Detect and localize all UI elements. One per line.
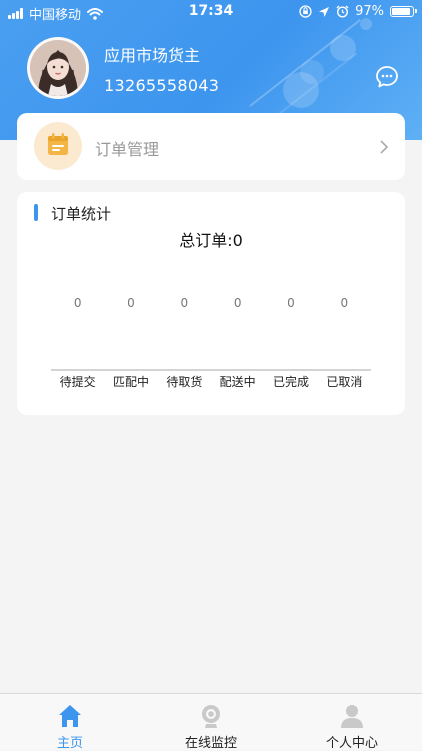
user-phone: 13265558043	[104, 76, 220, 95]
tab-home[interactable]: 主页	[0, 694, 140, 751]
chart-value-label: 0	[234, 296, 242, 310]
tab-home-label: 主页	[56, 736, 83, 751]
chart-category-label: 已取消	[326, 375, 362, 389]
chart-value-label: 0	[127, 296, 135, 310]
alarm-icon	[336, 5, 349, 18]
battery-percent: 97%	[355, 4, 384, 19]
chevron-right-icon	[380, 140, 389, 154]
chart-category-label: 待取货	[166, 374, 202, 389]
chart-category-label: 匹配中	[113, 374, 149, 389]
tab-profile-label: 个人中心	[325, 736, 378, 751]
order-management-label: 订单管理	[95, 140, 160, 159]
status-bar: 中国移动 17:34 97%	[0, 0, 422, 24]
user-name: 应用市场货主	[104, 46, 201, 65]
avatar[interactable]	[27, 37, 89, 99]
chart-value-label: 0	[74, 296, 82, 310]
location-icon	[319, 6, 330, 17]
order-management-card[interactable]: 订单管理	[17, 113, 405, 180]
chart-value-label: 0	[341, 296, 349, 310]
home-icon	[59, 705, 81, 727]
chart-value-label: 0	[181, 296, 189, 310]
order-stats-card: 订单统计 总订单:0 0 待提交 0 匹配中 0 待取货 0 配送中 0 已完成 0 已取消	[17, 192, 405, 415]
tab-monitor[interactable]: 在线监控	[141, 694, 281, 751]
tab-bar: 主页 在线监控 个人中心	[0, 693, 422, 751]
order-status-chart: 0 待提交 0 匹配中 0 待取货 0 配送中 0 已完成 0 已取消	[51, 296, 371, 389]
person-icon	[341, 705, 363, 728]
camera-icon	[202, 705, 220, 728]
order-management-icon-wrap	[34, 122, 82, 170]
chat-bubble-icon[interactable]	[374, 64, 400, 90]
calendar-icon	[48, 133, 68, 155]
battery-icon	[390, 6, 417, 17]
chart-category-label: 待提交	[60, 374, 96, 389]
chart-value-label: 0	[287, 296, 295, 310]
chart-category-label: 已完成	[273, 374, 309, 389]
tab-profile[interactable]: 个人中心	[282, 694, 422, 751]
chart-category-label: 配送中	[220, 374, 256, 389]
tab-monitor-label: 在线监控	[184, 736, 237, 751]
orientation-lock-icon	[299, 5, 312, 18]
